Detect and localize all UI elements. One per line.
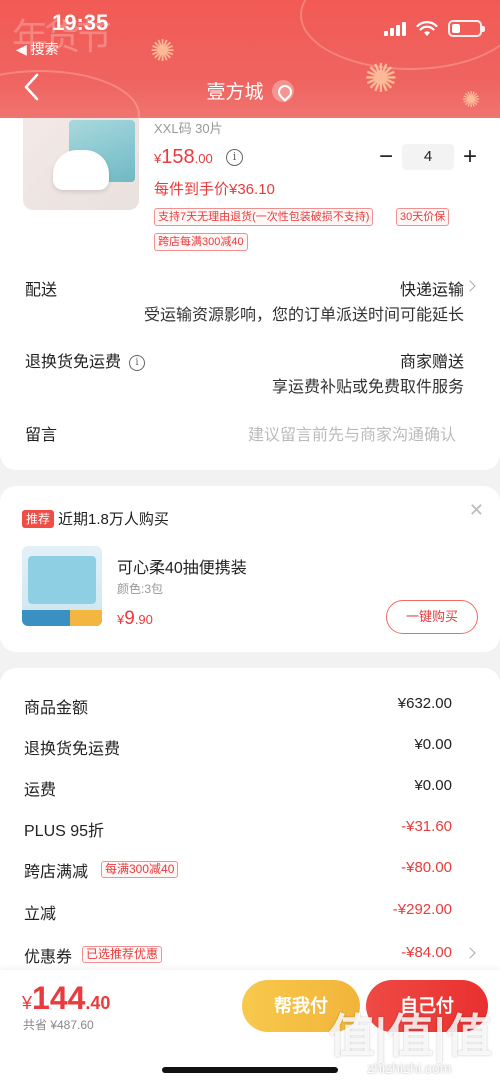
unit-price: 每件到手价¥36.10 xyxy=(154,181,275,198)
store-name: 壹方城 xyxy=(206,82,264,103)
summary-label: PLUS 95折 xyxy=(24,823,105,840)
price-info-icon[interactable]: i xyxy=(226,149,243,166)
increase-quantity-button[interactable]: + xyxy=(458,145,482,169)
total-saved: 共省 ¥487.60 xyxy=(23,1018,94,1032)
message-input[interactable]: 建议留言前先与商家沟通确认 xyxy=(248,421,456,445)
discount-tag: 跨店每满300减40 xyxy=(154,233,248,251)
message-label: 留言 xyxy=(25,427,58,444)
quantity-stepper: − 4 + xyxy=(374,144,482,170)
back-to-search-link[interactable]: ◀ 搜索 xyxy=(16,39,59,59)
location-icon xyxy=(271,79,294,102)
quantity-value[interactable]: 4 xyxy=(402,144,454,170)
order-product-card: XXL码 30片 ¥158.00 i 每件到手价¥36.10 − 4 + 支持7… xyxy=(0,118,500,470)
summary-value: ¥0.00 xyxy=(414,736,452,753)
recommend-product-image[interactable] xyxy=(22,546,102,626)
summary-value: -¥80.00 xyxy=(401,859,452,876)
product-image[interactable] xyxy=(23,118,139,210)
wifi-icon xyxy=(416,20,438,36)
summary-value: ¥0.00 xyxy=(414,777,452,794)
delivery-note: 受运输资源影响，您的订单派送时间可能延长 xyxy=(143,307,464,324)
chevron-right-icon[interactable] xyxy=(464,280,476,292)
summary-tag: 每满300减40 xyxy=(101,861,179,878)
home-indicator[interactable] xyxy=(162,1067,338,1073)
total-price: ¥144.40 xyxy=(22,980,111,1016)
summary-label: 运费 xyxy=(24,782,57,799)
store-title[interactable]: 壹方城 xyxy=(0,77,500,104)
price-summary-card: 商品金额 ¥632.00 退换货免运费 ¥0.00 运费 ¥0.00 PLUS … xyxy=(0,668,500,988)
app-header: 年货节 ✺ ✺ ✺ 19:35 ◀ 搜索 壹方城 xyxy=(0,0,500,118)
product-spec: XXL码 30片 xyxy=(154,121,223,136)
status-time: 19:35 xyxy=(52,10,109,35)
watermark-logo: 值|值|值 xyxy=(328,1009,492,1063)
one-click-buy-button[interactable]: 一键购买 xyxy=(386,600,478,634)
summary-label: 商品金额 xyxy=(24,700,89,717)
price-protect-tag: 30天价保 xyxy=(396,208,450,226)
summary-label: 退换货免运费 xyxy=(24,741,121,758)
status-icons xyxy=(384,20,485,37)
site-watermark: 值|值|值 zhizhizhi.com xyxy=(328,1000,492,1076)
chevron-right-icon[interactable] xyxy=(464,947,476,959)
signal-icon xyxy=(384,21,406,36)
summary-value: -¥31.60 xyxy=(401,818,452,835)
delivery-method[interactable]: 快递运输 xyxy=(400,276,464,300)
return-shipping-note: 享运费补贴或免费取件服务 xyxy=(271,379,464,396)
summary-label: 立减 xyxy=(24,906,57,923)
summary-value: -¥292.00 xyxy=(392,901,452,918)
product-price: ¥158.00 xyxy=(154,146,213,168)
recommend-product-price: ¥9.90 xyxy=(117,608,153,629)
recommend-product-variant: 颜色:3包 xyxy=(117,582,164,596)
coupon-label[interactable]: 优惠券 xyxy=(24,943,72,967)
coupon-tag: 已选推荐优惠 xyxy=(82,946,163,963)
return-shipping-value: 商家赠送 xyxy=(399,354,464,371)
return-shipping-label: 退换货免运费 i xyxy=(25,348,146,372)
delivery-label: 配送 xyxy=(25,282,58,299)
recommend-product-name[interactable]: 可心柔40抽便携装 xyxy=(117,554,247,578)
decrease-quantity-button[interactable]: − xyxy=(374,145,398,169)
recommend-title: 近期1.8万人购买 xyxy=(58,511,169,528)
info-icon[interactable]: i xyxy=(129,354,146,371)
return-policy-tag: 支持7天无理由退货(一次性包装破损不支持) xyxy=(154,208,374,226)
firework-deco-icon: ✺ xyxy=(150,34,176,69)
battery-icon xyxy=(448,20,485,37)
summary-label: 跨店满减 xyxy=(24,864,89,881)
coupon-value[interactable]: -¥84.00 xyxy=(401,944,452,961)
recommendation-card: 推荐 近期1.8万人购买 ✕ 可心柔40抽便携装 颜色:3包 ¥9.90 一键购… xyxy=(0,486,500,652)
summary-value: ¥632.00 xyxy=(397,695,452,712)
close-icon[interactable]: ✕ xyxy=(469,500,484,521)
recommend-badge: 推荐 xyxy=(22,510,55,528)
